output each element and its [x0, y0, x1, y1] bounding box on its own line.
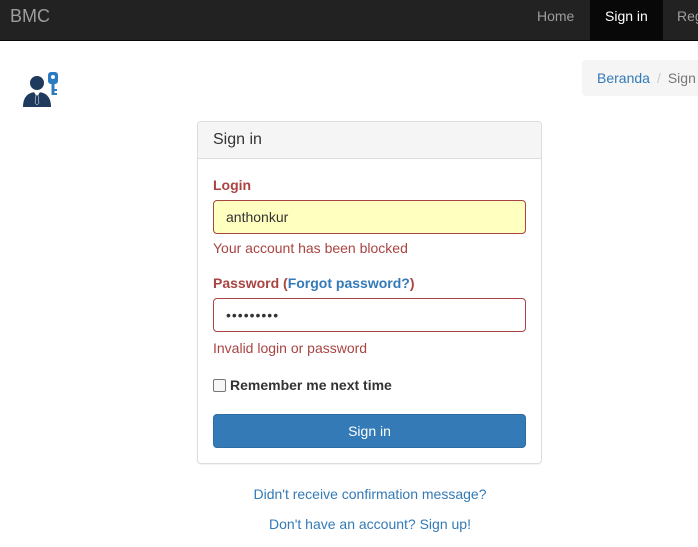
breadcrumb-home-link[interactable]: Beranda: [597, 70, 650, 86]
nav-item-home[interactable]: Home: [522, 0, 589, 40]
remember-me-checkbox[interactable]: [213, 378, 226, 392]
remember-me-row: Remember me next time: [213, 375, 392, 395]
breadcrumb-current: Sign in: [667, 70, 698, 86]
password-field[interactable]: [213, 298, 526, 332]
sign-in-panel: Sign in Login Your account has been bloc…: [197, 121, 542, 464]
forgot-password-link[interactable]: Forgot password?: [288, 275, 410, 291]
breadcrumb-separator: /: [656, 70, 661, 86]
password-error-message: Invalid login or password: [213, 340, 368, 356]
password-label-suffix: ): [409, 275, 415, 291]
breadcrumb: Beranda / Sign in: [582, 60, 698, 96]
panel-title: Sign in: [198, 122, 541, 159]
nav-item-sign-in[interactable]: Sign in: [590, 0, 663, 40]
top-navbar: BMC Home Sign in Register: [0, 0, 698, 41]
login-label: Login: [213, 177, 252, 193]
nav-item-register[interactable]: Register: [662, 0, 698, 40]
password-label: Password (Forgot password?): [213, 273, 415, 293]
login-field[interactable]: [213, 200, 526, 234]
user-key-icon: [20, 70, 60, 110]
sign-in-button[interactable]: Sign in: [213, 414, 526, 448]
brand-logo-text[interactable]: BMC: [10, 6, 50, 26]
remember-me-label[interactable]: Remember me next time: [230, 375, 392, 395]
resend-confirmation-link[interactable]: Didn't receive confirmation message?: [0, 484, 698, 504]
login-error-message: Your account has been blocked: [213, 240, 408, 256]
password-label-prefix: Password (: [213, 275, 288, 291]
sign-up-link[interactable]: Don't have an account? Sign up!: [0, 514, 698, 534]
